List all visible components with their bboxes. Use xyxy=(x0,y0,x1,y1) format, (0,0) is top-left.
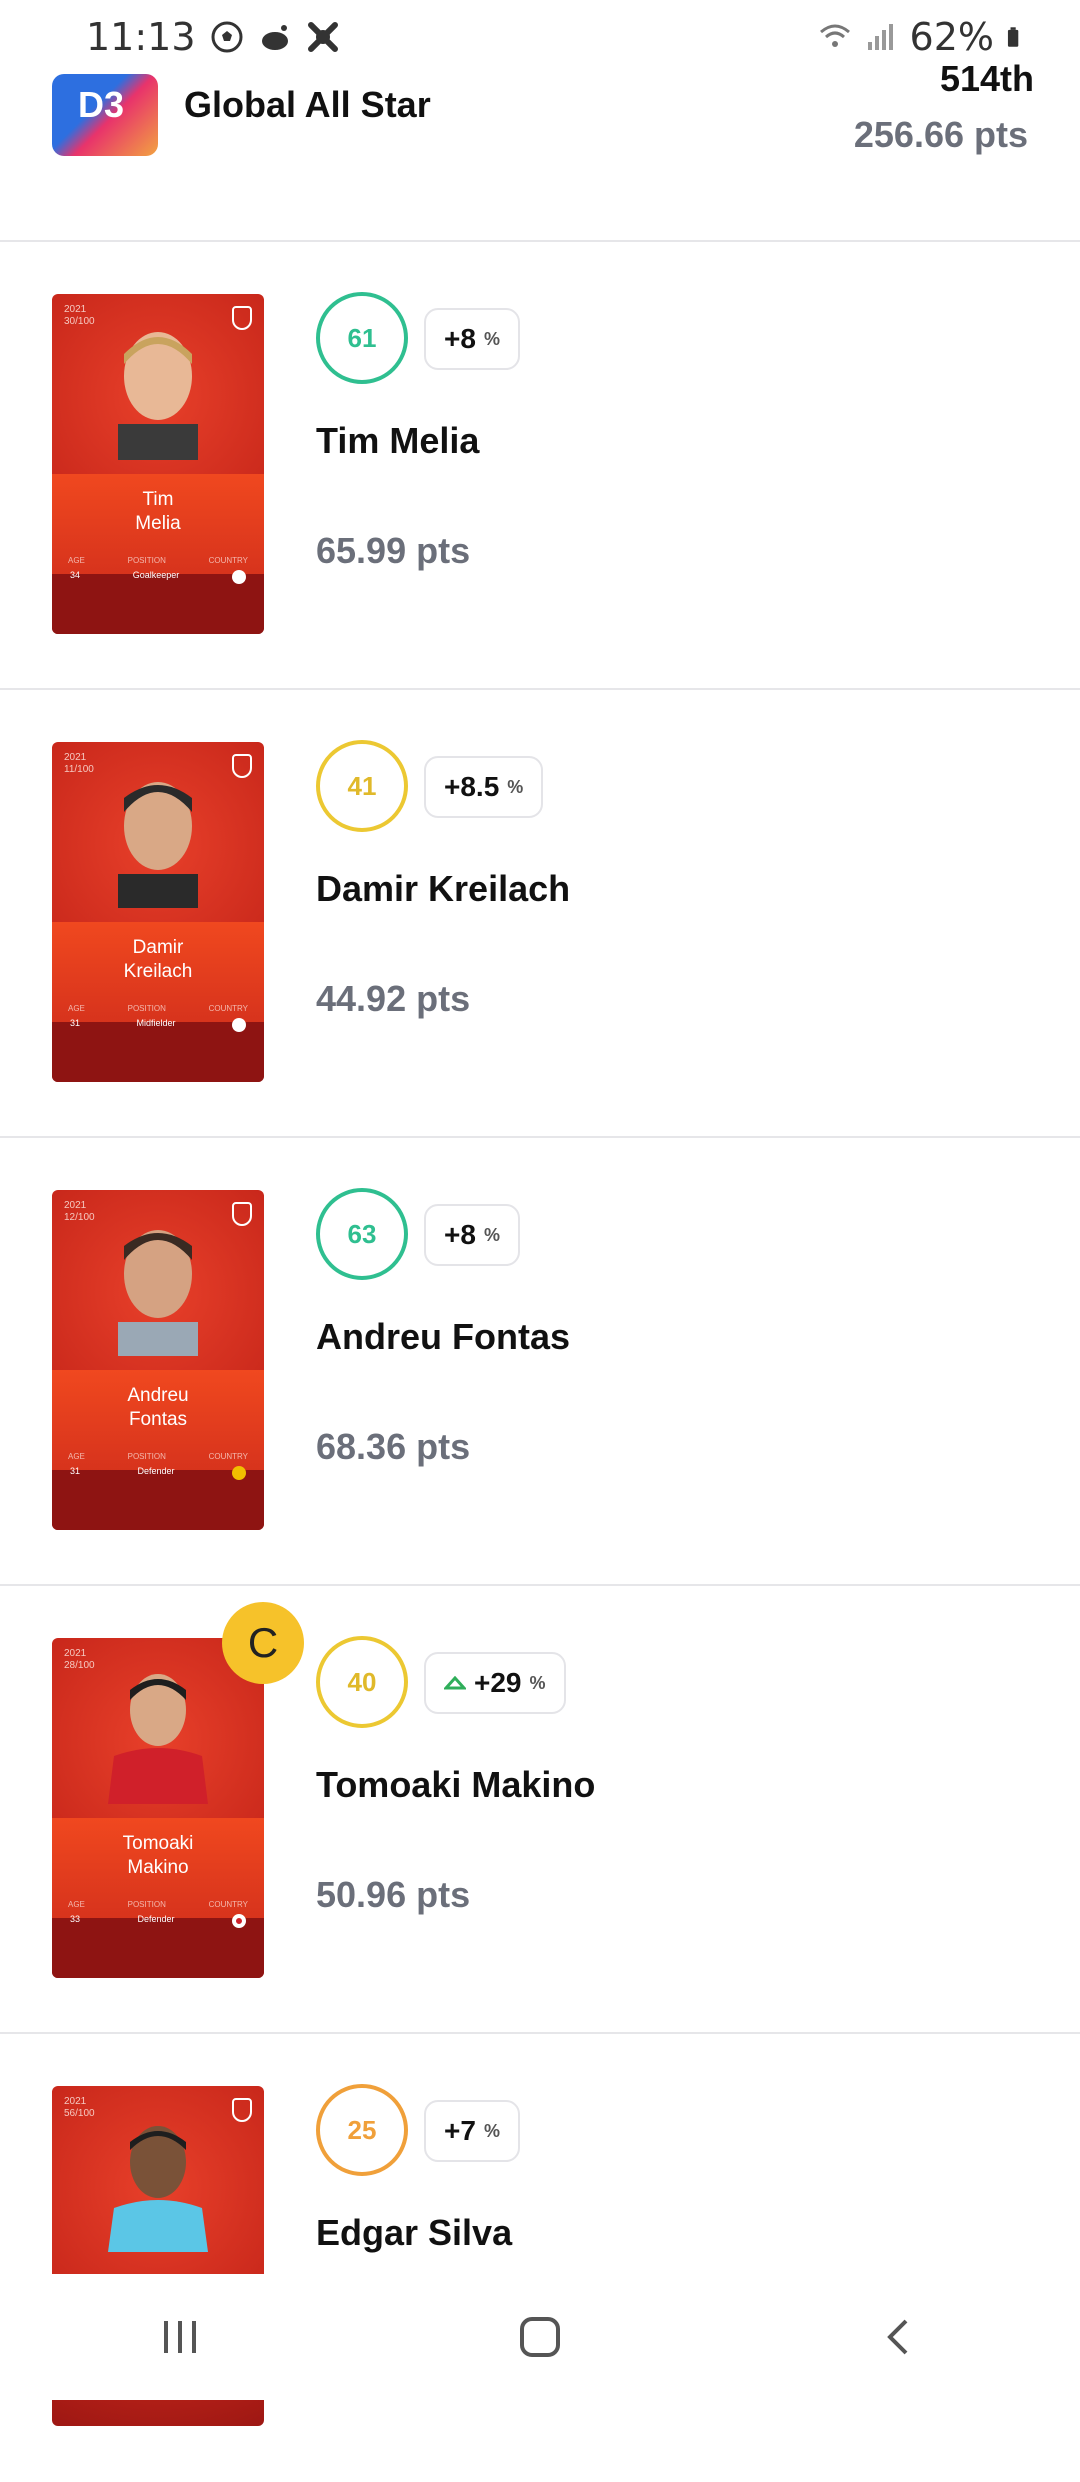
card-year: 2021 11/100 xyxy=(64,752,94,775)
card-player-name: Tomoaki Makino xyxy=(122,1833,194,1878)
card-meta-labels: AGE POSITION COUNTRY xyxy=(68,1004,248,1013)
player-row[interactable]: C 2021 28/100 Tomoaki Makino AGE POSITION CO… xyxy=(0,1586,1080,2034)
soccer-ball-icon xyxy=(211,21,243,53)
battery-percent: 62% xyxy=(909,15,994,59)
card-meta-labels: AGE POSITION COUNTRY xyxy=(68,1452,248,1461)
status-right: 62% xyxy=(818,15,1028,59)
percent-sign: % xyxy=(529,1672,546,1693)
club-crest-icon xyxy=(232,2098,252,2122)
card-meta-labels: AGE POSITION COUNTRY xyxy=(68,1900,248,1909)
percent-sign: % xyxy=(483,328,500,349)
country-flag-icon xyxy=(231,1914,246,1928)
signal-icon xyxy=(867,24,893,50)
back-button[interactable] xyxy=(870,2307,930,2367)
player-row[interactable]: 2021 56/100 25 +7 % Edgar Silva xyxy=(0,2034,1080,2482)
bonus-pill: +8.5 % xyxy=(424,756,544,818)
player-name: Tim Melia xyxy=(316,420,480,461)
recents-button[interactable] xyxy=(150,2307,210,2367)
league-rank: 514th xyxy=(939,58,1034,99)
card-meta-values: 34 Goalkeeper xyxy=(52,570,264,584)
app-notification-icon xyxy=(307,22,338,52)
player-row[interactable]: 2021 30/100 Tim Melia AGE POSITION COUNTRY 3… xyxy=(0,242,1080,690)
total-points: 256.66 pts xyxy=(853,114,1028,155)
score-ring: 25 xyxy=(316,2084,408,2176)
card-meta-values: 33 Defender xyxy=(52,1914,264,1928)
score-ring: 61 xyxy=(316,292,408,384)
bonus-value: +8 xyxy=(444,1219,476,1250)
status-time: 11:13 xyxy=(86,15,196,59)
player-card[interactable]: 2021 12/100 Andreu Fontas AGE POSITION COUNT… xyxy=(52,1190,264,1530)
country-flag-icon xyxy=(231,1466,246,1480)
player-name: Damir Kreilach xyxy=(316,868,571,909)
back-icon xyxy=(887,2319,908,2355)
player-points: 44.92 pts xyxy=(316,978,471,1019)
system-nav-bar xyxy=(0,2274,1080,2400)
card-player-name: Andreu Fontas xyxy=(127,1385,189,1430)
division-logo-text: D3 xyxy=(78,84,125,125)
player-points: 50.96 pts xyxy=(316,1874,471,1915)
country-flag-icon xyxy=(231,570,246,584)
bonus-pill: +8 % xyxy=(424,1204,520,1266)
percent-sign: % xyxy=(483,1224,500,1245)
percent-sign: % xyxy=(483,2120,500,2141)
card-player-name: Tim Melia xyxy=(135,489,181,534)
player-points: 68.36 pts xyxy=(316,1426,471,1467)
player-card[interactable]: 2021 28/100 Tomoaki Makino AGE POSITION COUN… xyxy=(52,1638,264,1978)
bonus-value: +8.5 xyxy=(444,771,500,802)
player-portrait xyxy=(118,332,198,460)
country-flag-icon xyxy=(232,1018,246,1032)
player-row[interactable]: 2021 11/100 Damir Kreilach AGE POSITION COUN… xyxy=(0,690,1080,1138)
player-card[interactable]: 2021 30/100 Tim Melia AGE POSITION COUNTRY 3… xyxy=(52,294,264,634)
status-bar: 11:13 62% xyxy=(0,0,1080,74)
card-year: 2021 56/100 xyxy=(64,2096,95,2119)
card-year: 2021 30/100 xyxy=(64,304,95,327)
card-meta-labels: AGE POSITION COUNTRY xyxy=(68,556,248,565)
club-crest-icon xyxy=(232,306,252,330)
bonus-value: +29 xyxy=(474,1667,522,1698)
player-points: 65.99 pts xyxy=(316,530,471,571)
trend-up-icon xyxy=(444,1676,466,1690)
wifi-icon xyxy=(819,24,850,47)
battery-icon xyxy=(1007,27,1019,47)
card-year: 2021 28/100 xyxy=(64,1648,95,1671)
player-portrait xyxy=(108,2126,208,2252)
division-logo: D3 xyxy=(52,74,158,156)
club-crest-icon xyxy=(232,1202,252,1226)
player-row[interactable]: 2021 12/100 Andreu Fontas AGE POSITION COUNT… xyxy=(0,1138,1080,1586)
recents-icon xyxy=(164,2321,196,2353)
league-header: D3 Global All Star 514th 256.66 pts xyxy=(0,58,1080,242)
bonus-pill: +29 % xyxy=(424,1652,566,1714)
bonus-pill: +7 % xyxy=(424,2100,520,2162)
percent-sign: % xyxy=(507,776,524,797)
score-ring: 40 xyxy=(316,1636,408,1728)
player-portrait xyxy=(118,1230,198,1356)
home-button[interactable] xyxy=(510,2307,570,2367)
score-ring: 63 xyxy=(316,1188,408,1280)
bonus-pill: +8 % xyxy=(424,308,520,370)
score-ring: 41 xyxy=(316,740,408,832)
player-portrait xyxy=(108,1674,208,1804)
card-meta-values: 31 Midfielder xyxy=(52,1018,264,1032)
club-crest-icon xyxy=(232,754,252,778)
card-meta-values: 31 Defender xyxy=(52,1466,264,1480)
lineup-list: 2021 30/100 Tim Melia AGE POSITION COUNTRY 3… xyxy=(0,242,1080,2482)
player-card[interactable]: 2021 11/100 Damir Kreilach AGE POSITION COUN… xyxy=(52,742,264,1082)
card-year: 2021 12/100 xyxy=(64,1200,95,1223)
player-name: Andreu Fontas xyxy=(316,1316,571,1357)
home-icon xyxy=(520,2317,560,2357)
player-name: Edgar Silva xyxy=(316,2212,513,2253)
bonus-value: +7 xyxy=(444,2115,476,2146)
player-portrait xyxy=(118,782,198,908)
league-name: Global All Star xyxy=(184,84,431,125)
captain-badge: C xyxy=(222,1602,304,1684)
reddit-icon xyxy=(261,25,288,50)
bonus-value: +8 xyxy=(444,323,476,354)
card-player-name: Damir Kreilach xyxy=(123,937,193,982)
status-left: 11:13 xyxy=(86,15,340,59)
player-name: Tomoaki Makino xyxy=(316,1764,596,1805)
